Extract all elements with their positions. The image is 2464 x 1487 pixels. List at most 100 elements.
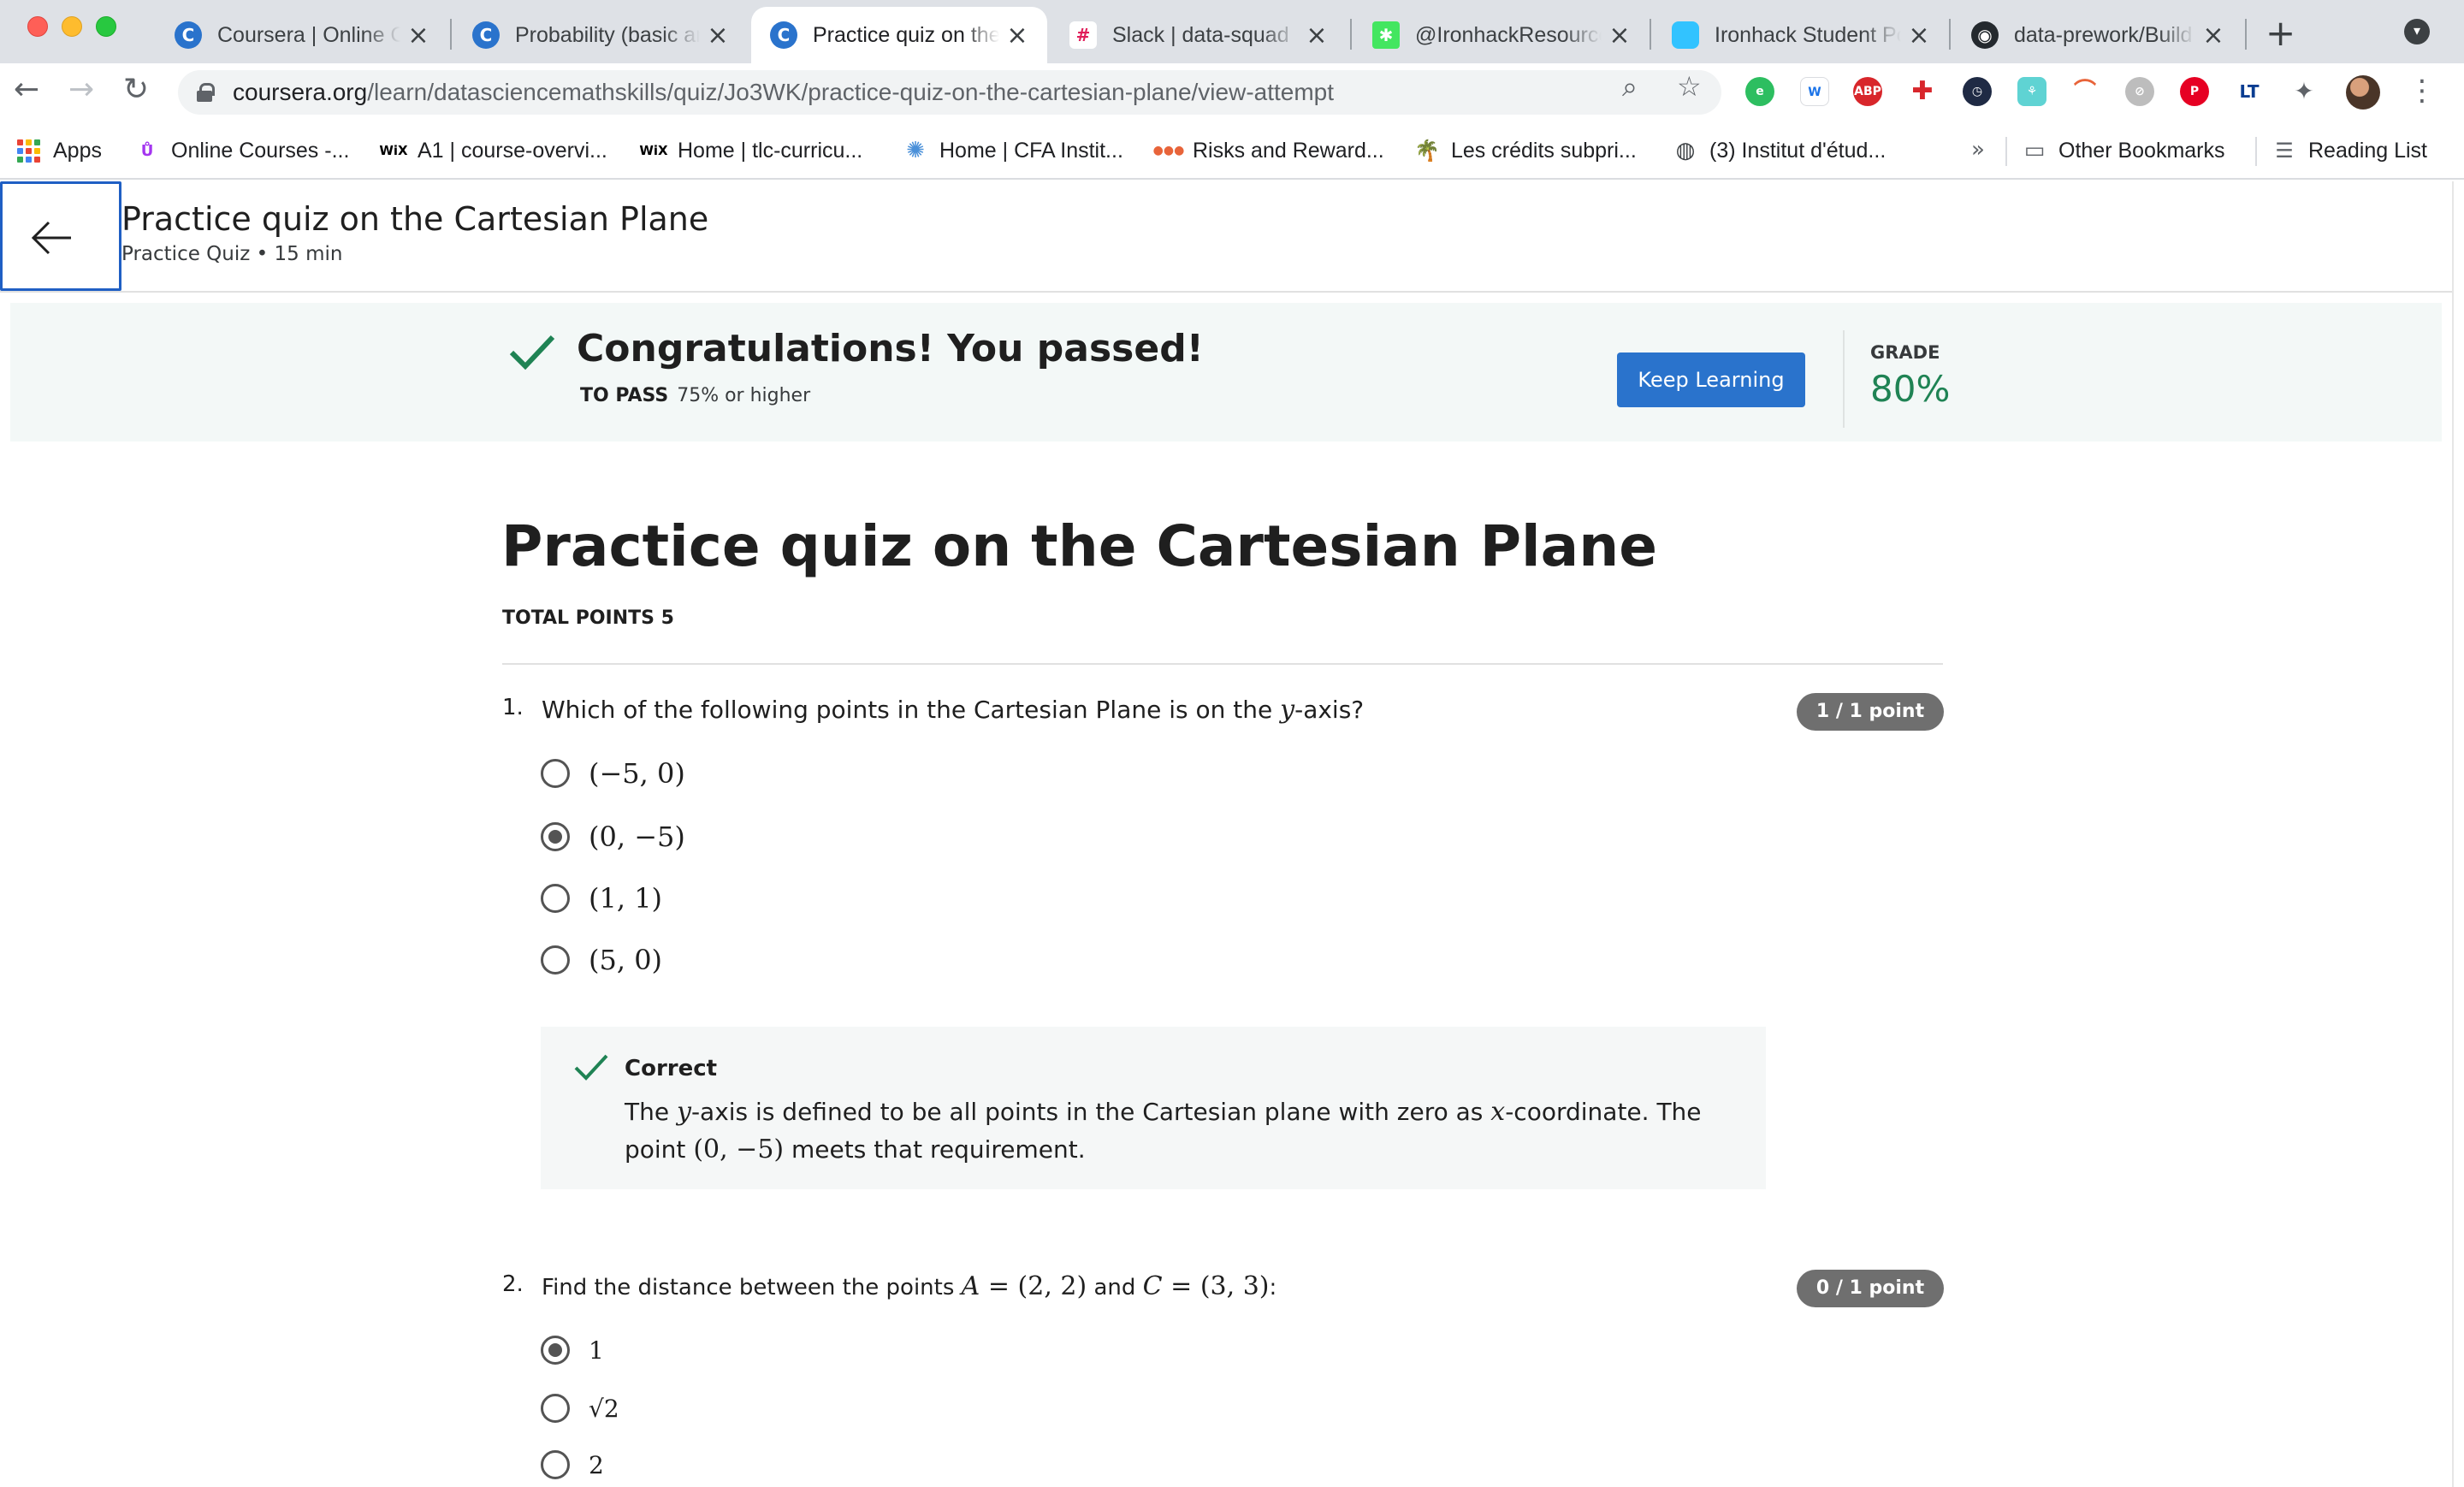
grade-label: GRADE	[1870, 342, 1940, 363]
browser-tab[interactable]: # Slack | data-squad ×	[1051, 7, 1347, 63]
arrow-left-icon	[31, 221, 71, 255]
radio-button[interactable]	[541, 1450, 570, 1479]
languagetool-icon[interactable]: LT	[2235, 77, 2264, 106]
keep-learning-button[interactable]: Keep Learning	[1617, 352, 1805, 407]
reload-icon[interactable]: ↻	[123, 72, 149, 107]
close-window-button[interactable]	[27, 16, 48, 37]
globe-icon: ◍	[1675, 138, 1696, 163]
check-icon	[509, 335, 555, 370]
radio-button[interactable]	[541, 759, 570, 788]
profile-avatar[interactable]	[2346, 75, 2380, 110]
scrollbar[interactable]	[2452, 181, 2454, 1487]
answer-option[interactable]: (1, 1)	[541, 881, 662, 915]
answer-option[interactable]: 2	[541, 1448, 604, 1482]
plant-icon[interactable]: ⚘	[2017, 77, 2046, 106]
wix-icon: WiX	[639, 143, 668, 158]
zoom-window-button[interactable]	[96, 16, 116, 37]
new-tab-icon[interactable]: +	[2266, 12, 2295, 54]
browser-tab[interactable]: C Coursera | Online Courses ×	[156, 7, 448, 63]
address-bar[interactable]: coursera.org/learn/datasciencemathskills…	[178, 70, 1721, 115]
close-tab-icon[interactable]: ×	[707, 21, 729, 50]
rainbow-icon[interactable]: ⌒	[2070, 77, 2100, 106]
browser-tab[interactable]: Ironhack Student Portal ×	[1653, 7, 1949, 63]
evernote-icon[interactable]: e	[1745, 77, 1774, 106]
grade-value: 80%	[1870, 368, 1951, 410]
question-text: Which of the following points in the Car…	[542, 695, 1365, 725]
bookmark-item[interactable]: ●●● Risks and Reward...	[1153, 132, 1384, 169]
browser-tab-active[interactable]: C Practice quiz on the Cartesian Plane ×	[751, 7, 1047, 63]
answer-option[interactable]: (5, 0)	[541, 943, 662, 977]
wordreference-icon[interactable]: W	[1800, 77, 1829, 106]
bookmark-star-icon[interactable]: ☆	[1677, 70, 1702, 103]
zoom-icon[interactable]: ⌕	[1622, 70, 1638, 104]
more-bookmarks-icon[interactable]: »	[1971, 137, 1985, 163]
pinterest-icon[interactable]: P	[2180, 77, 2209, 106]
bookmark-item[interactable]: ◍ (3) Institut d'étud...	[1673, 132, 1886, 169]
browser-tab[interactable]: ✱ @IronhackResources ×	[1353, 7, 1650, 63]
linktree-icon: ✱	[1372, 21, 1400, 49]
tab-strip: C Coursera | Online Courses × C Probabil…	[0, 0, 2464, 63]
browser-tab[interactable]: C Probability (basic and advanced) ×	[453, 7, 748, 63]
points-badge: 1 / 1 point	[1797, 693, 1944, 731]
coursera-icon: C	[770, 21, 797, 49]
radio-button[interactable]	[541, 1394, 570, 1423]
tab-divider	[2245, 19, 2247, 50]
points-badge: 0 / 1 point	[1797, 1270, 1944, 1307]
answer-option-selected[interactable]: (0, −5)	[541, 820, 685, 854]
browser-toolbar: ← → ↻ coursera.org/learn/datasciencemath…	[0, 63, 2464, 121]
bookmark-item[interactable]: WiX A1 | course-overvi...	[379, 132, 607, 169]
radio-button-selected[interactable]	[541, 822, 570, 851]
bookmark-item[interactable]: 🌴 Les crédits subpri...	[1414, 132, 1637, 169]
feedback-text: The y-axis is defined to be all points i…	[625, 1097, 1702, 1164]
tab-divider	[450, 19, 452, 50]
page-content: Practice quiz on the Cartesian Plane Pra…	[0, 181, 2464, 1487]
pass-banner: Congratulations! You passed! TO PASS 75% …	[10, 303, 2442, 441]
coursera-icon: C	[472, 21, 500, 49]
udemy-icon: Ů	[140, 141, 154, 160]
bookmark-item[interactable]: ✺ Home | CFA Instit...	[903, 132, 1123, 169]
question-number: 2.	[502, 1271, 524, 1297]
github-icon: ◉	[1971, 21, 1999, 49]
close-tab-icon[interactable]: ×	[1306, 21, 1328, 50]
close-tab-icon[interactable]: ×	[1608, 21, 1631, 50]
answer-option-selected[interactable]: 1	[541, 1333, 604, 1367]
radio-button[interactable]	[541, 884, 570, 913]
browser-tab[interactable]: ◉ data-prework/Build ×	[1952, 7, 2243, 63]
answer-option[interactable]: (−5, 0)	[541, 756, 685, 791]
forward-icon[interactable]: →	[68, 72, 94, 107]
question-number: 1.	[502, 695, 524, 720]
lock-icon[interactable]	[197, 83, 215, 102]
url-host: coursera.org	[233, 79, 368, 105]
extension-disabled-icon[interactable]: ⊘	[2125, 77, 2154, 106]
close-tab-icon[interactable]: ×	[2202, 21, 2224, 50]
browser-menu-icon[interactable]: ⋮	[2408, 74, 2437, 108]
close-tab-icon[interactable]: ×	[407, 21, 429, 50]
apps-grid-icon	[17, 139, 41, 163]
close-tab-icon[interactable]: ×	[1908, 21, 1930, 50]
divider	[1843, 330, 1845, 428]
tab-search-icon[interactable]: ▾	[2404, 19, 2430, 44]
bookmark-other[interactable]: ▭ Other Bookmarks	[2023, 132, 2225, 169]
page-title: Practice quiz on the Cartesian Plane	[121, 200, 709, 238]
back-icon[interactable]: ←	[14, 72, 39, 107]
answer-option[interactable]: √2	[541, 1391, 619, 1425]
bookmark-item[interactable]: Ů Online Courses -...	[135, 132, 350, 169]
bookmark-item[interactable]: WiX Home | tlc-curricu...	[639, 132, 862, 169]
minimize-window-button[interactable]	[62, 16, 82, 37]
reading-list-icon: ☰	[2275, 139, 2294, 163]
bookmarks-bar: Apps Ů Online Courses -... WiX A1 | cour…	[0, 121, 2464, 180]
wix-icon: WiX	[379, 143, 408, 158]
reading-list[interactable]: ☰ Reading List	[2272, 132, 2427, 169]
clock-icon[interactable]: ◷	[1963, 77, 1992, 106]
bookmark-apps[interactable]: Apps	[17, 132, 102, 169]
first-aid-icon[interactable]: ✚	[1908, 77, 1937, 106]
close-tab-icon[interactable]: ×	[1006, 21, 1028, 50]
radio-button-selected[interactable]	[541, 1336, 570, 1365]
adblock-icon[interactable]: ABP	[1853, 77, 1882, 106]
ironhack-icon	[1672, 21, 1699, 49]
coursera-icon: C	[175, 21, 202, 49]
slack-icon: #	[1069, 21, 1097, 49]
extensions-puzzle-icon[interactable]: ✦	[2289, 77, 2319, 106]
radio-button[interactable]	[541, 945, 570, 975]
back-button[interactable]	[0, 181, 121, 291]
